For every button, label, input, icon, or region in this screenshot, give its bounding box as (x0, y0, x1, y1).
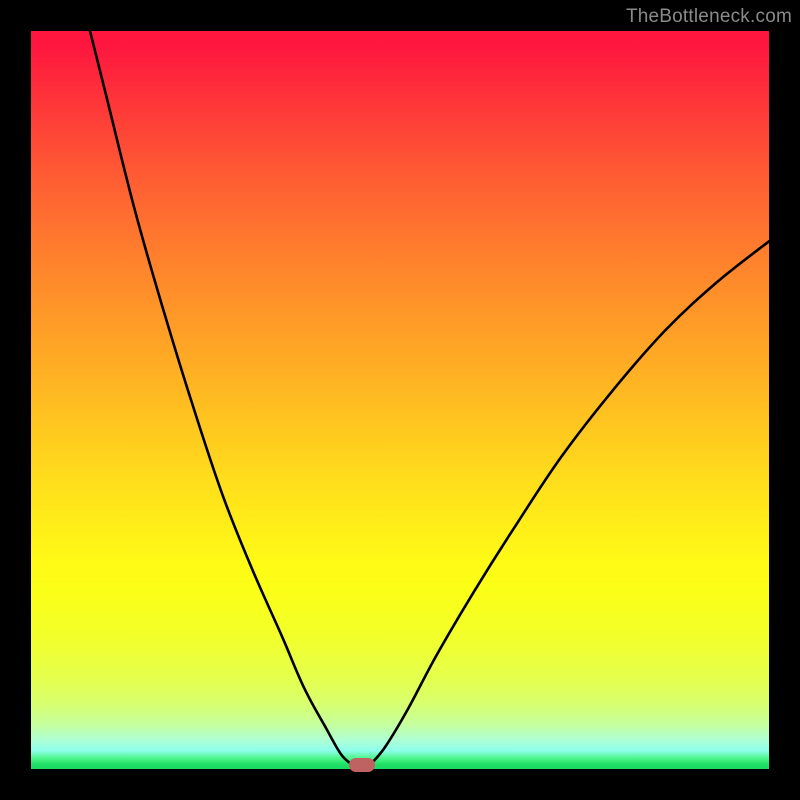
curve-left-branch (90, 31, 352, 765)
curve-right-branch (371, 241, 770, 764)
chart-frame: TheBottleneck.com (0, 0, 800, 800)
optimal-point-marker (349, 758, 375, 772)
bottleneck-curve (0, 0, 800, 800)
